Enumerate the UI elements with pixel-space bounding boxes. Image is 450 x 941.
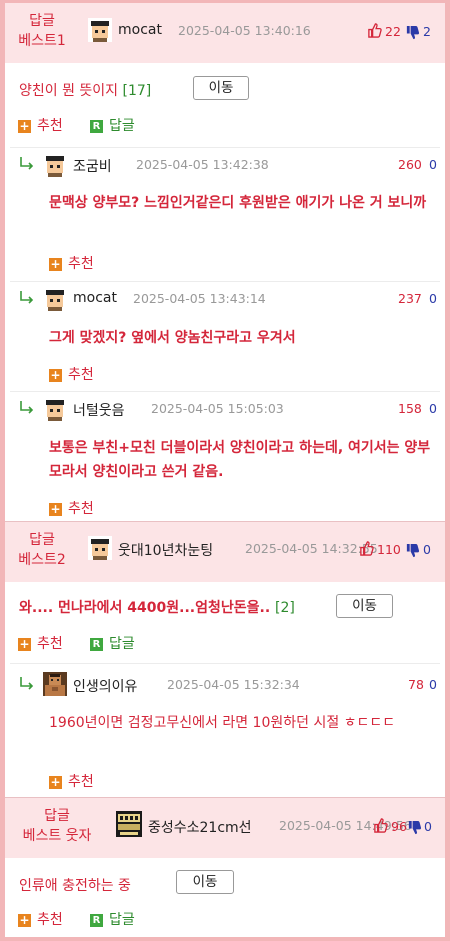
post-time: 2025-04-05 14:32:55 [245,541,378,556]
thumbs-up-icon[interactable] [359,541,374,556]
pixel-avatar-icon[interactable] [43,287,67,311]
post-title-link[interactable]: 인류애 충전하는 중 [19,875,131,895]
reply-author-nick[interactable]: mocat [73,290,117,306]
best-badge-line1: 답글 [44,808,70,824]
plus-icon[interactable]: + [49,369,62,382]
pixel-avatar-icon[interactable] [43,397,67,421]
recommend-button[interactable]: 추천 [37,909,63,929]
best-badge: 답글 베스트2 [17,530,67,570]
post-title[interactable]: 양친이 뭔 뜻이지 [19,83,118,99]
game-box-avatar-icon[interactable] [116,811,142,837]
reply-arrow-icon [20,157,34,170]
downvote-count: 2 [423,24,431,39]
post-title-link[interactable]: 와.... 먼나라에서 4400원...엄청난돈을.. [2] [19,597,295,617]
reply-downvote-count: 0 [429,677,437,692]
reply-arrow-icon [20,291,34,304]
best-badge: 답글 베스트1 [17,11,67,51]
upvote-count: 22 [385,24,401,39]
reply-upvote-count: 237 [398,291,422,306]
plus-icon[interactable]: + [49,258,62,271]
reply-body: 보통은 부친+모친 더블이라서 양친이라고 하는데, 여기서는 양부모라서 양친… [49,440,431,480]
reply-time: 2025-04-05 15:05:03 [151,401,284,416]
reply-author-nick[interactable]: 인생의이유 [73,676,137,696]
author-nick[interactable]: 웃대10년차눈팅 [118,540,213,560]
best-badge-line1: 답글 [29,13,55,29]
upvote-count: 110 [377,542,401,557]
best-replies-panel: 답글 베스트1 mocat 2025-04-05 13:40:16 22 2 양… [0,0,450,941]
reply-body: 1960년이면 검정고무신에서 라면 10원하던 시절 ㅎㄷㄷㄷ [49,715,396,731]
reply-button[interactable]: 답글 [109,909,135,929]
thumbs-down-icon[interactable] [405,25,420,40]
reply-recommend-button[interactable]: 추천 [68,364,94,384]
reply-icon[interactable]: R [90,638,103,651]
thumbs-up-icon[interactable] [367,23,382,38]
post-title[interactable]: 와.... 먼나라에서 4400원...엄청난돈을.. [19,600,270,616]
move-button[interactable]: 이동 [336,594,393,618]
reply-arrow-icon [20,401,34,414]
post-title-link[interactable]: 양친이 뭔 뜻이지 [17] [19,80,151,100]
reply-downvote-count: 0 [429,401,437,416]
reply-author-nick[interactable]: 조굼비 [73,156,112,176]
comment-count: [2] [275,600,295,616]
reply-upvote-count: 260 [398,157,422,172]
thumbs-up-icon[interactable] [373,818,388,833]
move-button[interactable]: 이동 [193,76,249,100]
reply-upvote-count: 78 [408,677,424,692]
author-nick[interactable]: 중성수소21cm선 [148,817,252,837]
best-badge-line2: 베스트 웃자 [22,828,92,844]
reply-time: 2025-04-05 15:32:34 [167,677,300,692]
reply-body: 문맥상 양부모? 느낌인거같은디 후원받은 애기가 나온 거 보니까 [49,195,427,211]
divider [10,281,440,282]
plus-icon[interactable]: + [18,638,31,651]
upvote-count: 96 [391,819,407,834]
thumbs-down-icon[interactable] [405,543,420,558]
best-badge-line1: 답글 [29,532,55,548]
reply-button[interactable]: 답글 [109,633,135,653]
plus-icon[interactable]: + [18,120,31,133]
plus-icon[interactable]: + [18,914,31,927]
reply-recommend-button[interactable]: 추천 [68,253,94,273]
reply-upvote-count: 158 [398,401,422,416]
reply-time: 2025-04-05 13:43:14 [133,291,266,306]
reply-downvote-count: 0 [429,157,437,172]
reply-body: 그게 맞겠지? 옆에서 양놈친구라고 우겨서 [49,330,296,346]
divider [10,391,440,392]
recommend-button[interactable]: 추천 [37,115,63,135]
post-title[interactable]: 인류애 충전하는 중 [19,878,131,894]
divider [10,663,440,664]
reply-recommend-button[interactable]: 추천 [68,498,94,518]
reply-button[interactable]: 답글 [109,115,135,135]
reply-icon[interactable]: R [90,914,103,927]
recommend-button[interactable]: 추천 [37,633,63,653]
best-badge-line2: 베스트2 [18,552,66,568]
pixel-avatar-icon[interactable] [88,18,112,42]
best-badge: 답글 베스트 웃자 [15,806,99,846]
move-button[interactable]: 이동 [176,870,234,894]
reply-icon[interactable]: R [90,120,103,133]
muscle-avatar-icon[interactable] [43,672,67,696]
pixel-avatar-icon[interactable] [43,153,67,177]
reply-author-nick[interactable]: 너털웃음 [73,400,125,420]
reply-arrow-icon [20,677,34,690]
downvote-count: 0 [423,542,431,557]
author-nick[interactable]: mocat [118,22,162,38]
plus-icon[interactable]: + [49,503,62,516]
plus-icon[interactable]: + [49,776,62,789]
post-time: 2025-04-05 13:40:16 [178,23,311,38]
downvote-count: 0 [424,819,432,834]
comment-count: [17] [122,83,152,99]
thumbs-down-icon[interactable] [407,820,422,835]
divider [10,147,440,148]
pixel-avatar-icon[interactable] [88,536,112,560]
best-badge-line2: 베스트1 [18,33,66,49]
reply-downvote-count: 0 [429,291,437,306]
reply-recommend-button[interactable]: 추천 [68,771,94,791]
reply-time: 2025-04-05 13:42:38 [136,157,269,172]
